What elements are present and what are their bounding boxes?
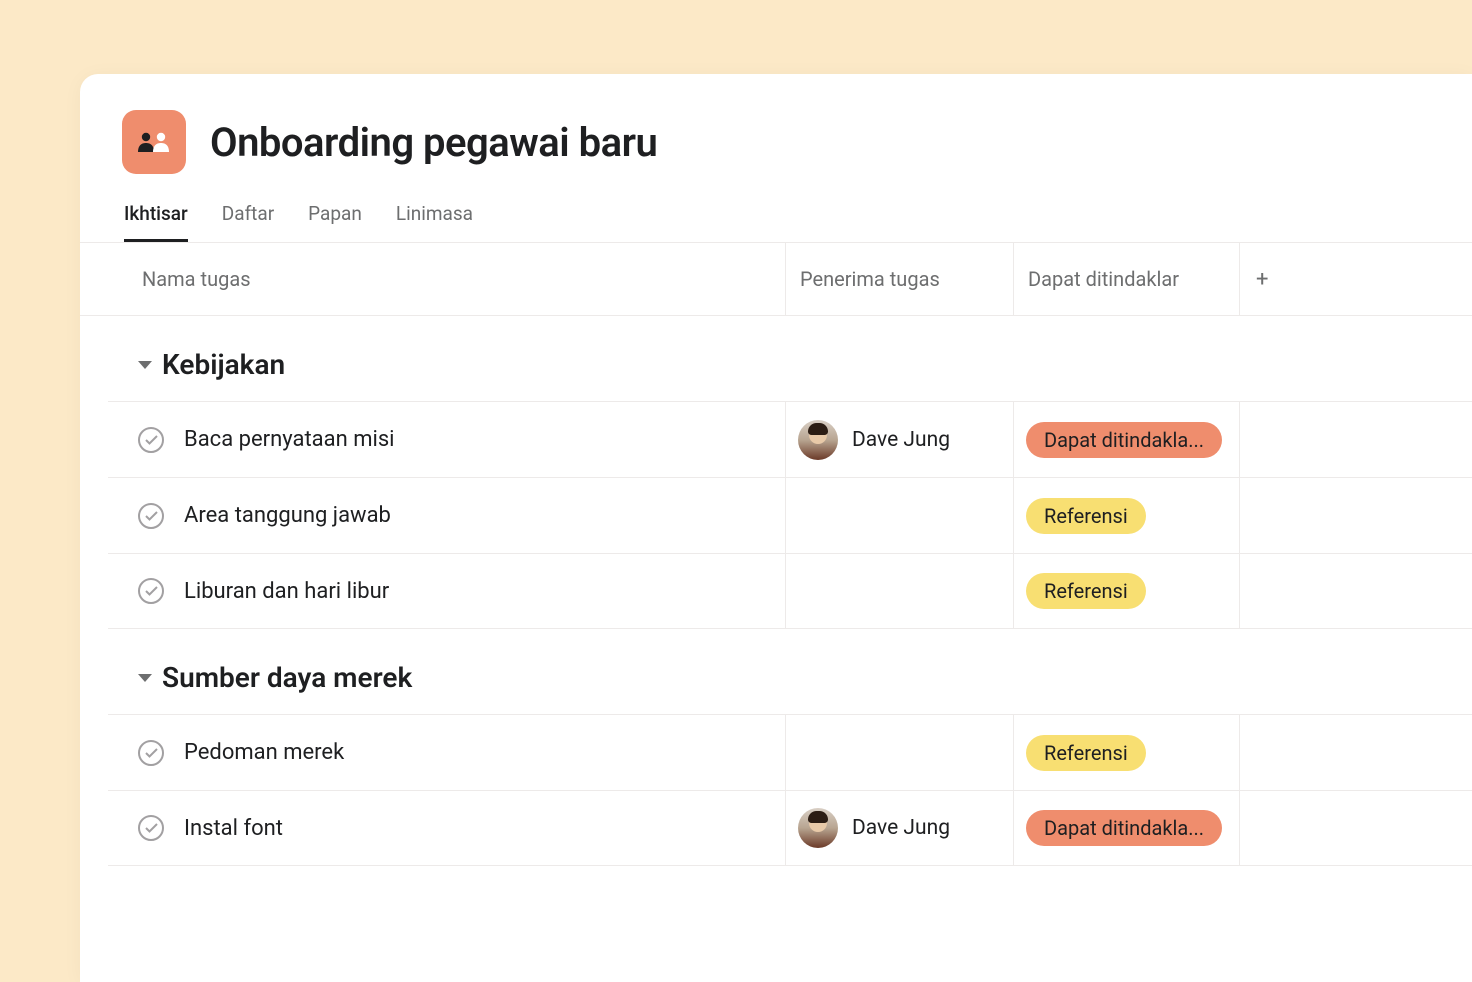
task-name-cell[interactable]: Liburan dan hari libur: [108, 554, 786, 628]
task-row[interactable]: Baca pernyataan misi Dave Jung Dapat dit…: [108, 401, 1472, 477]
tab-overview[interactable]: Ikhtisar: [124, 202, 188, 242]
section-title: Kebijakan: [162, 348, 285, 381]
status-cell[interactable]: Dapat ditindakla...: [1014, 402, 1240, 477]
extra-cell[interactable]: [1240, 478, 1472, 553]
task-name: Pedoman merek: [184, 740, 344, 765]
task-name: Area tanggung jawab: [184, 503, 391, 528]
assignee-name: Dave Jung: [852, 816, 950, 840]
assignee-name: Dave Jung: [852, 428, 950, 452]
section-kebijakan: Kebijakan Baca pernyataan misi Dave Jung…: [80, 316, 1472, 629]
check-circle-icon[interactable]: [138, 503, 164, 529]
tab-board[interactable]: Papan: [308, 202, 362, 242]
section-header[interactable]: Sumber daya merek: [80, 647, 1472, 714]
task-name-cell[interactable]: Area tanggung jawab: [108, 478, 786, 553]
assignee-cell[interactable]: [786, 715, 1014, 790]
column-status[interactable]: Dapat ditindaklar: [1014, 243, 1240, 315]
assignee-cell[interactable]: [786, 478, 1014, 553]
check-circle-icon[interactable]: [138, 427, 164, 453]
task-name-cell[interactable]: Baca pernyataan misi: [108, 402, 786, 477]
project-title[interactable]: Onboarding pegawai baru: [210, 119, 657, 166]
tab-timeline[interactable]: Linimasa: [396, 202, 473, 242]
tabs: Ikhtisar Daftar Papan Linimasa: [122, 202, 1430, 242]
add-column-button[interactable]: +: [1240, 243, 1472, 315]
extra-cell[interactable]: [1240, 554, 1472, 628]
assignee-cell[interactable]: Dave Jung: [786, 402, 1014, 477]
caret-down-icon: [138, 361, 152, 369]
assignee-cell[interactable]: [786, 554, 1014, 628]
status-cell[interactable]: Referensi: [1014, 478, 1240, 553]
project-header: Onboarding pegawai baru Ikhtisar Daftar …: [80, 74, 1472, 242]
section-title: Sumber daya merek: [162, 661, 412, 694]
tab-list[interactable]: Daftar: [222, 202, 274, 242]
check-circle-icon[interactable]: [138, 740, 164, 766]
avatar: [798, 420, 838, 460]
task-name-cell[interactable]: Instal font: [108, 791, 786, 865]
extra-cell[interactable]: [1240, 715, 1472, 790]
app-window: Onboarding pegawai baru Ikhtisar Daftar …: [80, 74, 1472, 982]
section-sumber-daya-merek: Sumber daya merek Pedoman merek Referens…: [80, 629, 1472, 866]
task-name: Liburan dan hari libur: [184, 579, 389, 604]
status-badge: Referensi: [1026, 573, 1146, 609]
task-name: Baca pernyataan misi: [184, 427, 395, 452]
title-row: Onboarding pegawai baru: [122, 110, 1430, 174]
task-name: Instal font: [184, 816, 283, 841]
status-cell[interactable]: Dapat ditindakla...: [1014, 791, 1240, 865]
status-badge: Referensi: [1026, 735, 1146, 771]
task-name-cell[interactable]: Pedoman merek: [108, 715, 786, 790]
status-cell[interactable]: Referensi: [1014, 715, 1240, 790]
column-assignee[interactable]: Penerima tugas: [786, 243, 1014, 315]
task-row[interactable]: Instal font Dave Jung Dapat ditindakla..…: [108, 790, 1472, 866]
extra-cell[interactable]: [1240, 791, 1472, 865]
avatar: [798, 808, 838, 848]
task-row[interactable]: Liburan dan hari libur Referensi: [108, 553, 1472, 629]
task-row[interactable]: Area tanggung jawab Referensi: [108, 477, 1472, 553]
status-cell[interactable]: Referensi: [1014, 554, 1240, 628]
task-row[interactable]: Pedoman merek Referensi: [108, 714, 1472, 790]
columns-header: Nama tugas Penerima tugas Dapat ditindak…: [80, 243, 1472, 315]
status-badge: Referensi: [1026, 498, 1146, 534]
status-badge: Dapat ditindakla...: [1026, 422, 1222, 458]
project-people-icon: [122, 110, 186, 174]
section-header[interactable]: Kebijakan: [80, 334, 1472, 401]
assignee-cell[interactable]: Dave Jung: [786, 791, 1014, 865]
column-task-name[interactable]: Nama tugas: [80, 243, 786, 315]
status-badge: Dapat ditindakla...: [1026, 810, 1222, 846]
extra-cell[interactable]: [1240, 402, 1472, 477]
check-circle-icon[interactable]: [138, 815, 164, 841]
check-circle-icon[interactable]: [138, 578, 164, 604]
caret-down-icon: [138, 674, 152, 682]
